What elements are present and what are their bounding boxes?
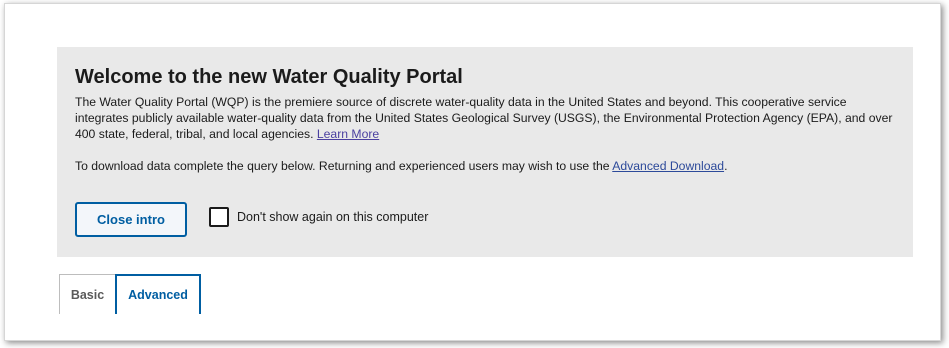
dont-show-checkbox[interactable] <box>209 206 229 227</box>
dont-show-label[interactable]: Don't show again on this computer <box>237 210 428 224</box>
intro-description-text: The Water Quality Portal (WQP) is the pr… <box>75 95 893 141</box>
close-intro-button[interactable]: Close intro <box>75 202 187 237</box>
intro-query-instructions: To download data complete the query belo… <box>75 158 895 174</box>
intro-actions: Close intro Don't show again on this com… <box>75 202 428 237</box>
intro-description: The Water Quality Portal (WQP) is the pr… <box>75 94 903 142</box>
advanced-download-link[interactable]: Advanced Download <box>612 159 724 173</box>
page-frame: Welcome to the new Water Quality Portal … <box>4 3 941 341</box>
query-instructions-period: . <box>724 159 728 173</box>
query-instructions-text: To download data complete the query belo… <box>75 159 610 173</box>
tab-basic[interactable]: Basic <box>59 274 116 314</box>
learn-more-link[interactable]: Learn More <box>317 127 379 141</box>
tab-advanced[interactable]: Advanced <box>115 274 201 314</box>
query-mode-tabs: Basic Advanced <box>59 274 201 314</box>
intro-title: Welcome to the new Water Quality Portal <box>75 66 463 88</box>
intro-panel: Welcome to the new Water Quality Portal … <box>57 47 913 257</box>
